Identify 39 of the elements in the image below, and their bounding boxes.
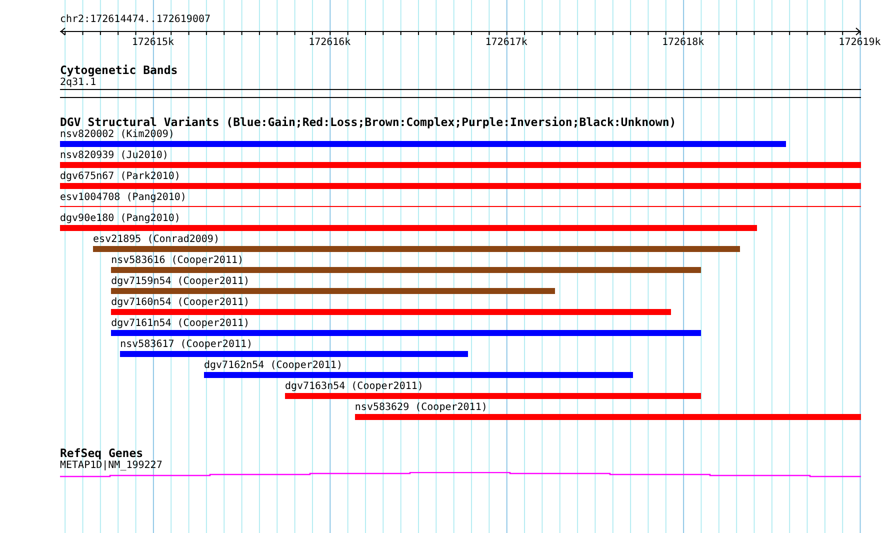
variant-bar[interactable] xyxy=(60,162,861,168)
tick-label: 172617k xyxy=(485,37,528,49)
location-label: chr2:172614474..172619007 xyxy=(60,14,212,26)
variant-label: dgv7160n54 (Cooper2011) xyxy=(111,297,250,309)
variant-bar[interactable] xyxy=(284,393,701,399)
variant-label: nsv583629 (Cooper2011) xyxy=(354,402,488,414)
gene-model-drawing[interactable] xyxy=(60,472,861,478)
variant-label: dgv7161n54 (Cooper2011) xyxy=(111,318,250,330)
variant-label: nsv820002 (Kim2009) xyxy=(60,129,174,141)
variant-label: dgv7162n54 (Cooper2011) xyxy=(204,360,342,372)
tick-label: 172618k xyxy=(662,37,704,49)
variant-bar[interactable] xyxy=(354,414,861,420)
variant-label: dgv675n67 (Park2010) xyxy=(60,171,180,183)
tick-label: 172619k xyxy=(838,37,881,49)
track-title: RefSeq Genes xyxy=(60,447,144,460)
variant-bar[interactable] xyxy=(111,267,701,273)
variant-label: nsv583616 (Cooper2011) xyxy=(111,255,244,267)
variant-bar[interactable] xyxy=(60,225,757,231)
tick-label: 172615k xyxy=(132,37,174,49)
variant-label: dgv7163n54 (Cooper2011) xyxy=(284,381,424,393)
variant-bar[interactable] xyxy=(111,330,701,336)
variant-label: nsv583617 (Cooper2011) xyxy=(120,339,253,351)
track-title: DGV Structural Variants (Blue:Gain;Red:Loss;Brown:Complex;Purple:Inversion;Black:Unknown) xyxy=(60,116,678,129)
track-title: Cytogenetic Bands xyxy=(60,64,179,77)
band-label: 2q31.1 xyxy=(60,77,98,89)
variant-bar[interactable] xyxy=(120,351,468,357)
variant-bar[interactable] xyxy=(111,288,555,294)
variant-label: nsv820939 (Ju2010) xyxy=(60,150,168,162)
variant-label: dgv90e180 (Pang2010) xyxy=(60,213,180,225)
variant-label: esv1004708 (Pang2010) xyxy=(60,192,186,204)
variant-bar[interactable] xyxy=(60,183,861,189)
tick-label: 172616k xyxy=(308,37,351,49)
variant-label: esv21895 (Conrad2009) xyxy=(93,234,220,246)
variant-bar[interactable] xyxy=(93,246,740,252)
variant-bar[interactable] xyxy=(111,309,672,315)
gene-label: METAP1D|NM_199227 xyxy=(60,460,164,472)
variant-label: dgv7159n54 (Cooper2011) xyxy=(111,276,250,288)
variant-bar[interactable] xyxy=(60,141,786,147)
variant-bar[interactable] xyxy=(204,372,634,378)
